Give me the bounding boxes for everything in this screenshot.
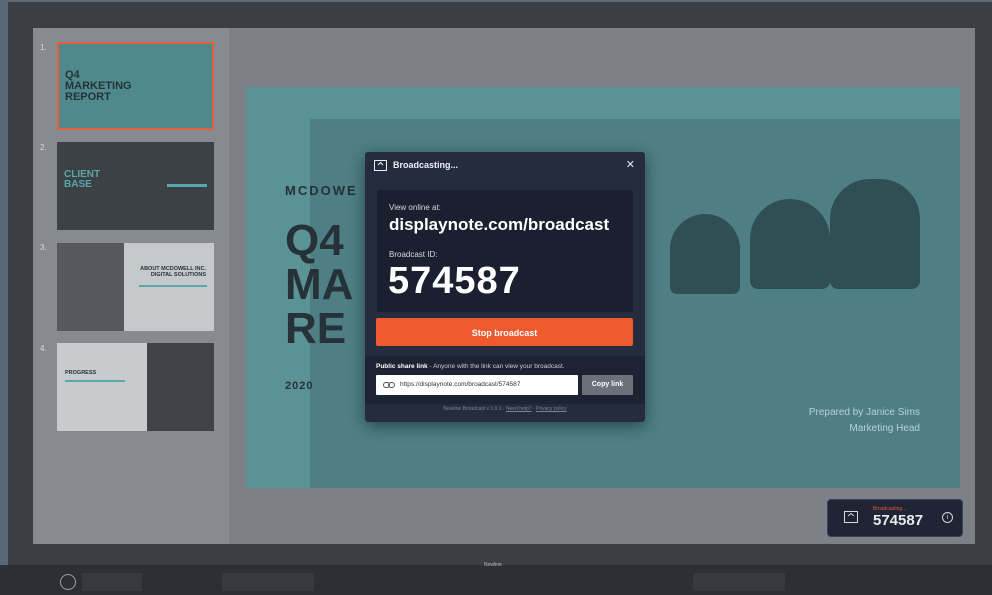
share-panel: Public share link - Anyone with the link…	[365, 356, 645, 404]
share-label: Public share link	[376, 363, 428, 370]
thumbnail-number: 1.	[40, 43, 47, 52]
privacy-policy-link[interactable]: Privacy policy	[536, 406, 567, 412]
thumbnail-title: CLIENT BASE	[64, 169, 101, 190]
view-online-label: View online at:	[389, 203, 441, 212]
thumbnail-number: 3.	[40, 243, 47, 252]
slide-company-name: MCDOWE	[285, 183, 358, 198]
slide-year: 2020	[285, 380, 314, 392]
broadcast-icon	[374, 160, 387, 171]
prepared-by-role: Marketing Head	[849, 423, 920, 434]
share-hint: - Anyone with the link can view your bro…	[427, 363, 565, 370]
mini-broadcast-id: 574587	[873, 512, 924, 529]
broadcast-mini-widget[interactable]: Broadcasting... 574587 i	[827, 499, 963, 537]
dialog-title: Broadcasting...	[393, 160, 459, 170]
accent-line	[65, 380, 125, 382]
device-brand-label: Newline	[484, 562, 502, 568]
power-icon[interactable]	[60, 574, 76, 590]
chair-shape	[670, 214, 740, 294]
link-icon	[383, 382, 395, 388]
thumbnail-title: ABOUT MCDOWELL INC. DIGITAL SOLUTIONS	[140, 266, 206, 278]
thumbnail-number: 2.	[40, 143, 47, 152]
thumbnail-photo	[147, 343, 214, 431]
bar-segment	[222, 573, 314, 591]
copy-link-button[interactable]: Copy link	[582, 375, 633, 395]
bar-segment	[693, 573, 785, 591]
accent-line	[167, 184, 207, 187]
need-help-link[interactable]: Need help?	[506, 406, 532, 412]
close-icon[interactable]: ✕	[626, 158, 635, 171]
slide-thumbnail-sidebar: 1. Q4 MARKETING REPORT 2. CLIENT BASE 3.…	[33, 28, 229, 544]
thumbnail-title: PROGRESS	[65, 370, 97, 376]
broadcast-dialog: Broadcasting... ✕ View online at: displa…	[365, 152, 645, 422]
chair-shape	[750, 199, 830, 289]
dialog-footer: Newline Broadcast v 1.0.1 · Need help? ·…	[443, 406, 567, 412]
stop-broadcast-button[interactable]: Stop broadcast	[376, 318, 633, 346]
slide-thumbnail-1[interactable]: Q4 MARKETING REPORT	[57, 42, 214, 130]
footer-version: Newline Broadcast v 1.0.1	[443, 406, 502, 412]
chair-shape	[830, 179, 920, 289]
share-label-row: Public share link - Anyone with the link…	[376, 363, 565, 370]
slide-thumbnail-2[interactable]: CLIENT BASE	[57, 142, 214, 230]
prepared-by-name: Prepared by Janice Sims	[808, 407, 920, 418]
broadcast-id-label: Broadcast ID:	[389, 250, 438, 259]
thumbnail-photo	[57, 243, 124, 331]
broadcast-url: displaynote.com/broadcast	[389, 215, 610, 234]
info-icon[interactable]: i	[942, 512, 953, 523]
thumbnail-title: Q4 MARKETING REPORT	[65, 69, 132, 103]
broadcast-id: 574587	[388, 260, 521, 302]
display-bottom-bar	[0, 565, 992, 595]
slide-prepared-by: Prepared by Janice Sims Marketing Head	[809, 405, 920, 437]
thumbnail-number: 4.	[40, 344, 47, 353]
slide-thumbnail-4[interactable]: PROGRESS	[57, 343, 214, 431]
dialog-header: Broadcasting... ✕	[365, 152, 645, 178]
broadcast-info-panel: View online at: displaynote.com/broadcas…	[377, 190, 633, 312]
slide-title: Q4 MA RE	[285, 216, 354, 353]
slide-thumbnail-3[interactable]: ABOUT MCDOWELL INC. DIGITAL SOLUTIONS	[57, 243, 214, 331]
bar-segment	[82, 573, 142, 591]
broadcast-icon	[844, 511, 858, 523]
accent-line	[139, 285, 207, 287]
share-link-field[interactable]: https://displaynote.com/broadcast/574587	[376, 375, 578, 395]
share-link-text: https://displaynote.com/broadcast/574587	[400, 381, 521, 388]
